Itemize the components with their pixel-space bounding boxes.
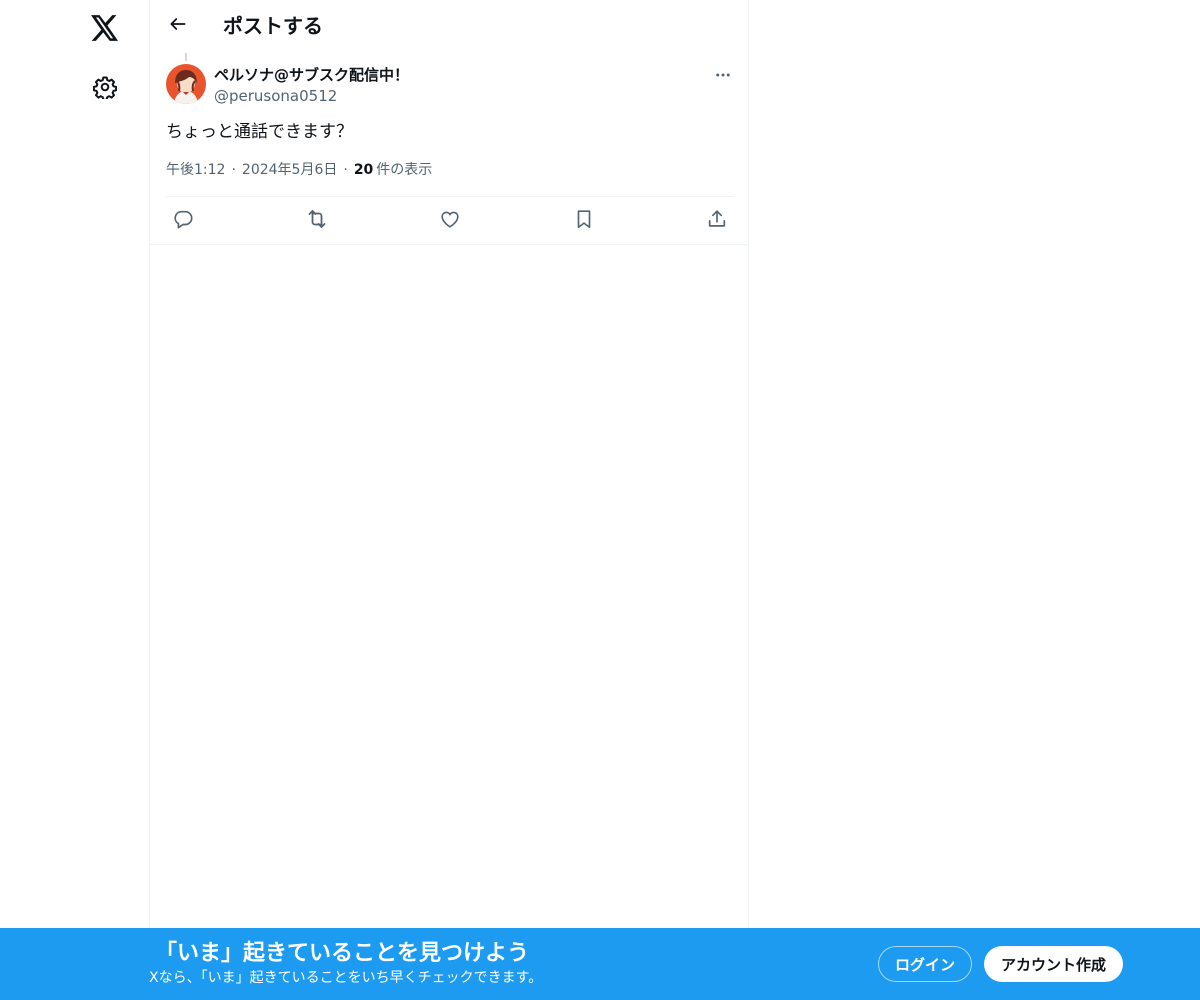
page-header: ポストする [150, 0, 748, 53]
post-time[interactable]: 午後1:12 [166, 160, 225, 180]
thread-line [185, 53, 187, 61]
repost-icon [305, 207, 329, 235]
author-name[interactable]: ペルソナ@サブスク配信中！ [214, 65, 409, 85]
more-horizontal-icon [714, 66, 732, 88]
page-title: ポストする [223, 14, 323, 38]
meta-separator: · [231, 162, 236, 178]
post-date[interactable]: 2024年5月6日 [242, 160, 337, 180]
post-text: ちょっと通話できます？ [166, 122, 353, 142]
divider [150, 244, 748, 245]
back-button[interactable] [160, 8, 196, 44]
x-logo-icon[interactable] [82, 5, 128, 51]
reply-icon [172, 208, 194, 234]
post-actions [166, 201, 734, 241]
views-label: 件の表示 [376, 162, 433, 178]
banner-subtitle: Xなら、「いま」起きていることをいち早くチェックできます。 [149, 970, 543, 986]
avatar[interactable] [166, 64, 206, 104]
gear-icon[interactable] [82, 64, 128, 110]
meta-separator: · [343, 162, 348, 178]
bookmark-button[interactable] [567, 204, 601, 238]
left-nav [0, 0, 150, 1000]
share-icon [706, 208, 728, 234]
divider [166, 196, 734, 197]
login-button[interactable]: ログイン [878, 946, 972, 982]
bookmark-icon [573, 208, 595, 234]
create-account-button[interactable]: アカウント作成 [984, 946, 1123, 982]
banner-title: 「いま」起きていることを見つけよう [155, 941, 530, 966]
like-button[interactable] [433, 204, 467, 238]
more-options-button[interactable] [706, 60, 740, 94]
like-icon [439, 208, 461, 234]
share-button[interactable] [700, 204, 734, 238]
views-count: 20 [353, 162, 374, 178]
author-handle[interactable]: @perusona0512 [214, 86, 337, 106]
arrow-left-icon [168, 14, 188, 38]
repost-button[interactable] [300, 204, 334, 238]
main-column: ポストする ペルソナ@サブスク配信中！ @perusona0512 ちょっと通話… [149, 0, 749, 1000]
post-meta: 午後1:12 · 2024年5月6日 · 20 件の表示 [166, 160, 432, 180]
reply-button[interactable] [166, 204, 200, 238]
